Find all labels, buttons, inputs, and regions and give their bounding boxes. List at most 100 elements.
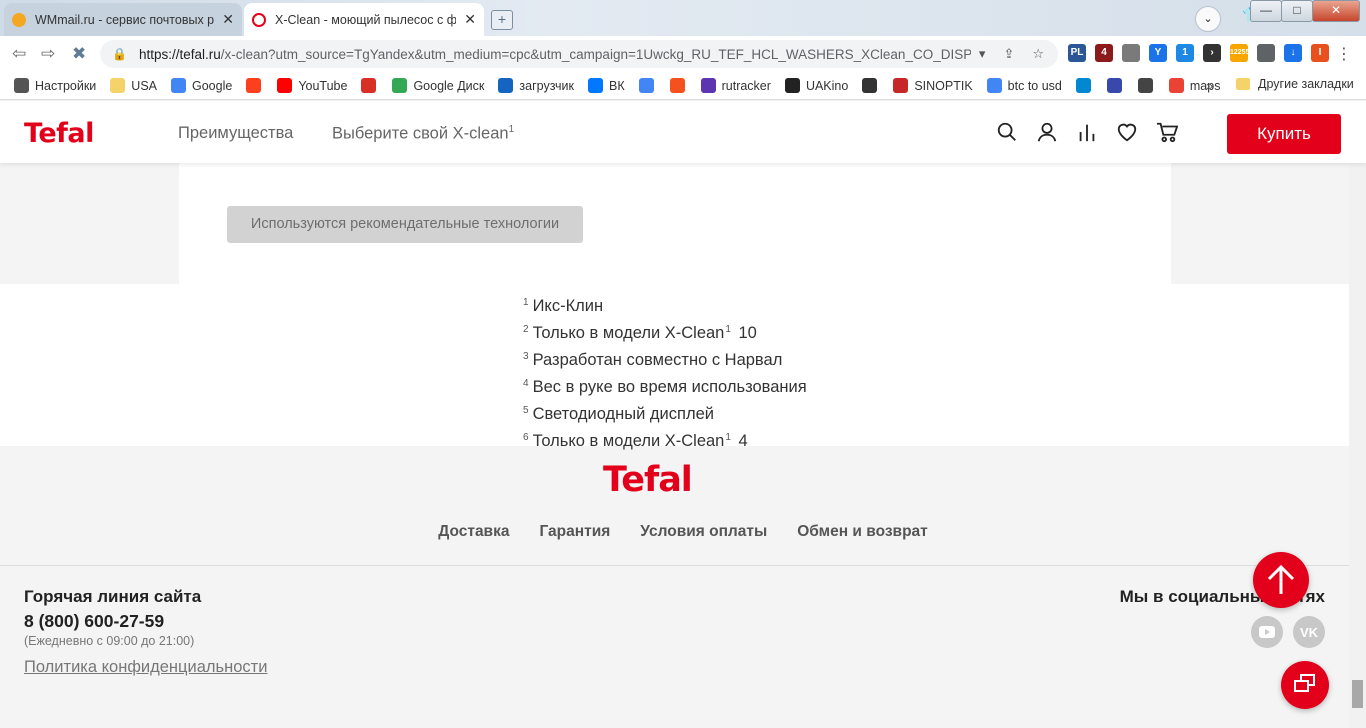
footnote-number: 6 — [523, 432, 529, 443]
thermometer-icon — [893, 78, 909, 93]
bookmark-item[interactable] — [1106, 78, 1128, 93]
bookmark-label: ВК — [608, 78, 625, 93]
bookmark-item[interactable]: YouTube — [277, 78, 347, 93]
nav-choose-xclean[interactable]: Выберите свой X-clean1 — [332, 124, 514, 144]
vk-social-button[interactable]: VK — [1293, 616, 1325, 648]
bookmark-label: Google Диск — [413, 78, 485, 93]
bookmark-item[interactable]: SINOPTIK — [893, 78, 973, 93]
extension-icon[interactable]: PL — [1068, 44, 1086, 62]
bookmark-item[interactable] — [638, 78, 660, 93]
footer-link-returns[interactable]: Обмен и возврат — [797, 523, 928, 541]
footnote-text: Только в модели X-Clean — [532, 324, 725, 342]
rutracker-icon — [700, 78, 716, 93]
scroll-to-top-button[interactable] — [1253, 552, 1309, 608]
lock-icon[interactable]: 🔒 — [112, 47, 127, 61]
nav-benefits-label: Преимущества — [178, 124, 294, 142]
address-bar[interactable]: 🔒 https://tefal.ru/x-clean?utm_source=Tg… — [100, 40, 1058, 68]
bookmark-label: SINOPTIK — [914, 78, 973, 93]
bookmark-item[interactable] — [361, 78, 382, 93]
tefal-logo[interactable]: Tefal — [24, 118, 94, 149]
bookmark-item[interactable] — [669, 78, 691, 93]
buy-button[interactable]: Купить — [1227, 114, 1341, 154]
footer-link-payment[interactable]: Условия оплаты — [640, 523, 767, 541]
footnotes-list: 1 Икс-Клин 2 Только в модели X-Clean1 10 3 Ра… — [523, 289, 807, 451]
bookmark-item[interactable] — [862, 78, 883, 93]
footnote-inner-sup: 1 — [725, 432, 731, 443]
close-window-button[interactable]: ✕ — [1312, 0, 1360, 22]
search-icon[interactable] — [996, 121, 1018, 143]
recommendation-tech-badge[interactable]: Используются рекомендательные технологии — [227, 206, 583, 243]
bookmark-item[interactable] — [1137, 78, 1159, 93]
new-tab-button[interactable]: + — [491, 10, 513, 30]
youtube-icon — [277, 78, 293, 93]
other-bookmarks[interactable]: Другие закладки — [1236, 77, 1354, 91]
footer-link-delivery[interactable]: Доставка — [438, 523, 509, 541]
extension-icon[interactable]: Y — [1149, 44, 1167, 62]
bookmark-item[interactable]: загрузчик — [498, 78, 574, 93]
minimize-button[interactable]: — — [1250, 0, 1282, 22]
bookmark-label: Настройки — [35, 78, 97, 93]
header-icons — [996, 121, 1178, 143]
bookmark-item[interactable]: UAKino — [784, 78, 849, 93]
chess-icon — [862, 78, 878, 93]
browser-menu-icon[interactable]: ⋮ — [1336, 44, 1352, 64]
drive-icon — [392, 78, 408, 93]
extension-icon[interactable]: 1 — [1176, 44, 1194, 62]
back-button[interactable]: ⇦ — [12, 44, 26, 64]
stop-button[interactable]: ✖ — [72, 44, 86, 64]
extension-icon[interactable] — [1257, 44, 1275, 62]
url-dropdown-icon[interactable]: ▾ — [979, 46, 986, 62]
extension-icon[interactable] — [1122, 44, 1140, 62]
bookmark-item[interactable]: Настройки — [14, 78, 96, 93]
tab-close-icon[interactable]: ✕ — [464, 11, 476, 28]
folder-icon — [1236, 78, 1250, 90]
bookmark-item[interactable]: btc to usd — [986, 78, 1062, 93]
extension-icon[interactable]: 4 — [1095, 44, 1113, 62]
bookmark-item[interactable] — [1075, 78, 1097, 93]
youtube-social-button[interactable] — [1251, 616, 1283, 648]
footer-tefal-logo[interactable]: Tefal — [603, 460, 693, 500]
share-icon[interactable]: ⇪ — [1003, 46, 1014, 62]
footnote-item: 5 Светодиодный дисплей — [523, 397, 807, 424]
browser-tab-wmmail[interactable]: WMmail.ru - сервис почтовых рас ✕ — [4, 3, 242, 36]
youtube-icon — [1259, 626, 1275, 638]
extension-icon[interactable]: › — [1203, 44, 1221, 62]
bookmark-star-icon[interactable]: ☆ — [1032, 46, 1044, 62]
bookmark-item[interactable]: Google Диск — [392, 78, 484, 93]
cart-icon[interactable] — [1156, 121, 1178, 143]
scrollbar-thumb[interactable] — [1352, 680, 1363, 708]
tab-close-icon[interactable]: ✕ — [222, 11, 234, 28]
chat-button[interactable] — [1281, 661, 1329, 709]
browser-tab-xclean[interactable]: X-Clean - моющий пылесос с фун ✕ — [244, 3, 484, 36]
forward-button[interactable]: ⇨ — [41, 44, 55, 64]
bookmark-label: Google — [192, 78, 233, 93]
privacy-policy-link[interactable]: Политика конфиденциальности — [24, 658, 267, 677]
uakino-icon — [784, 78, 800, 93]
bookmark-label: UAKino — [805, 78, 849, 93]
heart-icon[interactable] — [1116, 121, 1138, 143]
footnote-text: Икс-Клин — [532, 297, 604, 315]
compare-icon[interactable] — [1076, 121, 1098, 143]
footer-link-warranty[interactable]: Гарантия — [539, 523, 610, 541]
bookmark-label: btc to usd — [1007, 78, 1062, 93]
hotline-phone[interactable]: 8 (800) 600-27-59 — [24, 611, 164, 632]
arrow-up-icon — [1267, 564, 1295, 594]
maps-icon — [1168, 78, 1184, 93]
extension-icon[interactable]: I — [1311, 44, 1329, 62]
user-icon[interactable] — [1036, 121, 1058, 143]
tab-search-button[interactable]: ⌄ — [1195, 6, 1221, 32]
nav-benefits[interactable]: Преимущества — [178, 124, 293, 143]
extensions-area: PL 4 Y 1 › 12255 ↓ I — [1068, 44, 1329, 62]
page-scrollbar[interactable] — [1349, 101, 1366, 728]
extension-icon[interactable]: 12255 — [1230, 44, 1249, 62]
bookmark-item[interactable]: USA — [110, 78, 157, 93]
bookmarks-more-button[interactable]: » — [1206, 78, 1213, 93]
bookmark-item[interactable]: ВК — [587, 78, 625, 93]
bookmark-item[interactable]: rutracker — [700, 78, 771, 93]
bookmark-item[interactable]: Google — [171, 78, 232, 93]
maximize-button[interactable]: □ — [1281, 0, 1313, 22]
bookmark-item[interactable] — [246, 78, 267, 93]
footnote-item: 3 Разработан совместно с Нарвал — [523, 343, 807, 370]
url-text[interactable]: https://tefal.ru/x-clean?utm_source=TgYa… — [139, 47, 971, 62]
extension-icon[interactable]: ↓ — [1284, 44, 1302, 62]
